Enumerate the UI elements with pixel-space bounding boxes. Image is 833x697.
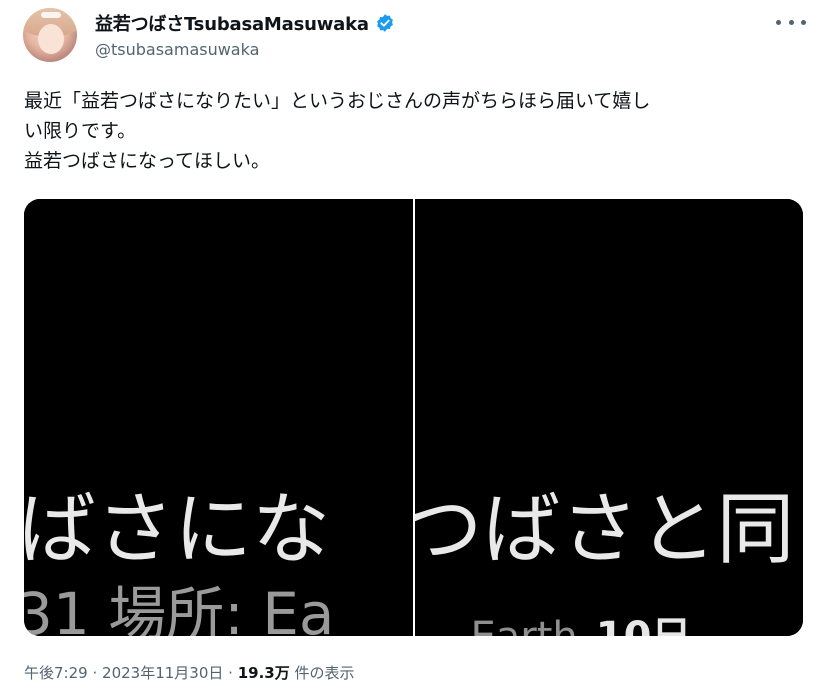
tweet-text-line: い限りです。 <box>24 120 137 142</box>
meta-separator: · <box>228 664 233 682</box>
author-handle[interactable]: @tsubasamasuwaka <box>95 40 259 59</box>
author-display-name[interactable]: 益若つばさTsubasaMasuwaka <box>95 10 369 36</box>
more-dot <box>788 19 794 25</box>
media-right-bottom-bright: 10日 <box>596 614 692 636</box>
media-left-big-text: ばさにな <box>24 485 331 575</box>
more-dot <box>801 19 806 25</box>
avatar[interactable] <box>23 8 77 62</box>
meta-separator: · <box>92 664 98 682</box>
tweet-text-line: 最近「益若つばさになりたい」というおじさんの声がちらほら届いて嬉し <box>24 90 651 112</box>
media-left-bottom-text: 31 場所: Ea <box>24 580 335 636</box>
tweet-meta: 午後7:29 · 2023年11月30日 · 19.3万 件の表示 <box>24 662 355 683</box>
tweet-time[interactable]: 午後7:29 <box>24 664 88 682</box>
views-count: 19.3万 <box>237 664 290 682</box>
tweet-card: 益若つばさTsubasaMasuwaka @tsubasamasuwaka 最近… <box>0 0 833 697</box>
views-label: 件の表示 <box>294 664 355 682</box>
media-right-bottom-text: Earth 10日 <box>471 607 692 636</box>
tweet-date[interactable]: 2023年11月30日 <box>102 664 223 682</box>
tweet-text-line: 益若つばさになってほしい。 <box>24 150 271 172</box>
media-right-bottom-word: Earth <box>471 614 578 636</box>
more-options-icon[interactable] <box>776 12 806 32</box>
avatar-face <box>38 24 64 54</box>
media-right-big-text: つばさと同じ <box>414 485 804 575</box>
avatar-tiara <box>41 12 61 18</box>
tweet-media[interactable]: ばさにな 31 場所: Ea つばさと同じ Earth 10日 <box>24 199 803 636</box>
more-dot <box>776 19 781 25</box>
media-image-left[interactable]: ばさにな 31 場所: Ea <box>24 199 413 636</box>
tweet-text: 最近「益若つばさになりたい」というおじさんの声がちらほら届いて嬉し い限りです。… <box>24 86 814 176</box>
verified-badge-svg <box>376 14 393 32</box>
media-image-right[interactable]: つばさと同じ Earth 10日 <box>414 199 804 636</box>
verified-badge-icon[interactable] <box>375 13 395 33</box>
author-name-row: 益若つばさTsubasaMasuwaka <box>95 10 395 36</box>
